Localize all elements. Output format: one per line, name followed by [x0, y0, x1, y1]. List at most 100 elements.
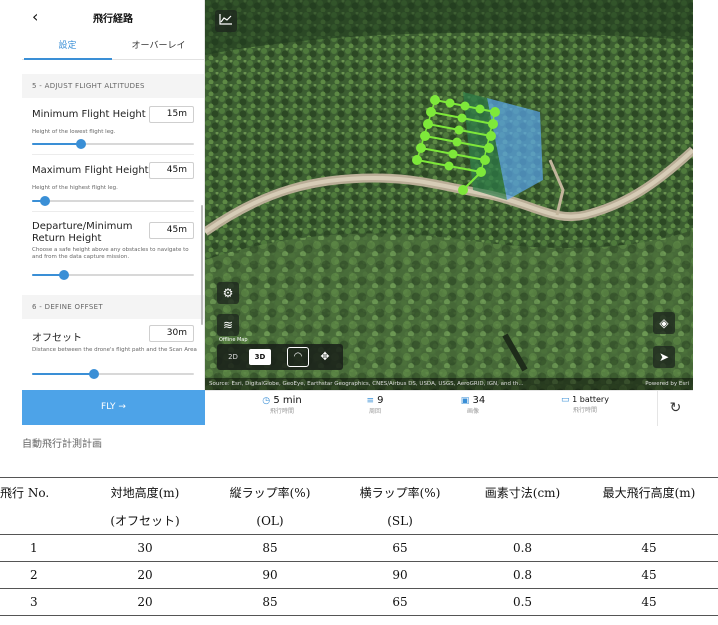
offline-map-label: Offline Map — [219, 337, 248, 343]
table-cell: 2 — [0, 561, 85, 589]
flight-path-overlay — [412, 92, 543, 200]
image-icon: ▣ — [460, 396, 470, 406]
offset-desc: Distance between the drone's flight path… — [32, 347, 197, 353]
min-height-desc: Height of the lowest flight leg. — [32, 129, 116, 135]
offset-slider[interactable] — [32, 369, 194, 379]
col-subheader: (SL) — [387, 513, 413, 528]
table-cell: 0.5 — [465, 588, 580, 616]
min-height-field: Minimum Flight Height 15m Height of the … — [22, 98, 204, 154]
slider-thumb[interactable] — [75, 139, 86, 149]
departure-height-label: Departure/Minimum Return Height — [32, 221, 133, 244]
min-height-slider[interactable] — [32, 139, 194, 149]
view-toggle-bar: 2D 3D ◠ ✥ — [217, 344, 343, 370]
max-height-desc: Height of the highest flight leg. — [32, 185, 118, 191]
clock-icon: ◷ — [262, 396, 271, 406]
departure-height-input[interactable]: 45m — [149, 222, 194, 239]
panel-tabs: 設定 オーバーレイ — [22, 33, 204, 60]
table-cell: 1 — [0, 534, 85, 562]
col-header: 画素寸法(cm) — [465, 477, 580, 508]
table-cell: 30 — [85, 534, 205, 562]
table-cell: 0.8 — [465, 561, 580, 589]
panel-title: 飛行経路 — [93, 14, 133, 25]
stat-label: 飛行時間 — [572, 407, 597, 414]
stat-label: 画像 — [466, 408, 479, 415]
elevation-profile-icon[interactable] — [215, 10, 237, 32]
gauge-icon[interactable]: ◠ — [287, 347, 309, 367]
mission-stats-bar: ◷ 5 min 飛行時間 ≡ 9 周回 ▣ 34 画像 ▭ 1 battery … — [205, 390, 693, 426]
departure-height-field: Departure/Minimum Return Height 45m Choo… — [22, 212, 204, 285]
toggle-3d-button[interactable]: 3D — [249, 349, 271, 365]
active-tab-indicator — [24, 58, 112, 60]
stat-value: 9 — [377, 395, 384, 406]
flight-plan-table: 飛行 No. 対地高度(m) 縦ラップ率(%) 横ラップ率(%) 画素寸法(cm… — [0, 477, 718, 616]
max-height-slider[interactable] — [32, 196, 194, 206]
attribution-text: Source: Esri, DigitalGlobe, GeoEye, Eart… — [209, 381, 524, 387]
col-header: 飛行 No. — [0, 477, 85, 508]
reset-icon[interactable]: ↻ — [657, 391, 693, 426]
stat-battery: ▭ 1 battery 飛行時間 — [545, 395, 625, 414]
col-subheader: (OL) — [256, 513, 284, 528]
col-subheader: (オフセット) — [110, 514, 180, 529]
col-subheader — [580, 508, 718, 535]
table-cell: 45 — [580, 561, 718, 589]
max-height-input[interactable]: 45m — [149, 162, 194, 179]
table-row: 1 30 85 65 0.8 45 — [0, 534, 718, 562]
table-cell: 85 — [205, 588, 335, 616]
toggle-2d-button[interactable]: 2D — [223, 350, 243, 364]
panel-header: ‹ 飛行経路 — [22, 0, 204, 33]
stat-flight-time: ◷ 5 min 飛行時間 — [257, 395, 307, 415]
stat-value: 5 min — [273, 395, 302, 406]
col-header: 縦ラップ率(%) — [205, 477, 335, 508]
panel-scrollbar[interactable] — [201, 205, 203, 325]
figure-caption: 自動飛行計測計画 — [22, 439, 102, 450]
departure-height-slider[interactable] — [32, 270, 194, 280]
table-cell: 90 — [205, 561, 335, 589]
table-header-row: 飛行 No. 対地高度(m) 縦ラップ率(%) 横ラップ率(%) 画素寸法(cm… — [0, 477, 718, 508]
stat-label: 周回 — [368, 408, 381, 415]
table-row: 3 20 85 65 0.5 45 — [0, 588, 718, 616]
slider-thumb[interactable] — [59, 270, 70, 280]
map-attribution: Source: Esri, DigitalGlobe, GeoEye, Eart… — [205, 378, 693, 390]
stat-value: 1 battery — [572, 395, 609, 404]
table-header-row-2: (オフセット) (OL) (SL) — [0, 508, 718, 535]
offset-input[interactable]: 30m — [149, 325, 194, 342]
tab-settings[interactable]: 設定 — [22, 33, 113, 59]
stat-passes: ≡ 9 周回 — [355, 395, 395, 415]
powered-by-link[interactable]: Powered by Esri — [645, 378, 689, 390]
passes-icon: ≡ — [366, 396, 374, 406]
col-subheader — [0, 508, 85, 535]
col-header: 横ラップ率(%) — [335, 477, 465, 508]
max-height-label: Maximum Flight Height — [32, 165, 149, 176]
col-subheader — [465, 508, 580, 535]
navigate-arrow-icon[interactable]: ➤ — [653, 346, 675, 368]
slider-fill — [32, 373, 94, 375]
slider-fill — [32, 143, 81, 145]
battery-icon: ▭ — [561, 395, 570, 405]
flight-planner-app: ‹ 飛行経路 設定 オーバーレイ 5 - ADJUST FLIGHT ALTIT… — [22, 0, 693, 426]
stat-label: 飛行時間 — [269, 408, 294, 415]
location-target-icon[interactable]: ◈ — [653, 312, 675, 334]
table-cell: 45 — [580, 534, 718, 562]
map-view[interactable]: ⚙ ≋ Offline Map 2D 3D ◠ ✥ ◈ ➤ Source: Es… — [205, 0, 693, 390]
settings-gear-icon[interactable]: ⚙ — [217, 282, 239, 304]
slider-thumb[interactable] — [88, 369, 99, 379]
section-adjust-altitudes: 5 - ADJUST FLIGHT ALTITUDES — [22, 74, 204, 98]
tab-overlay[interactable]: オーバーレイ — [113, 33, 204, 59]
table-cell: 20 — [85, 561, 205, 589]
fly-button[interactable]: FLY → — [22, 390, 205, 425]
section-define-offset: 6 - DEFINE OFFSET — [22, 295, 204, 319]
slider-thumb[interactable] — [39, 196, 50, 206]
min-height-label: Minimum Flight Height — [32, 109, 146, 120]
table-cell: 85 — [205, 534, 335, 562]
min-height-input[interactable]: 15m — [149, 106, 194, 123]
stat-images: ▣ 34 画像 — [453, 395, 493, 415]
max-height-field: Maximum Flight Height 45m Height of the … — [22, 155, 204, 211]
move-icon[interactable]: ✥ — [317, 349, 333, 365]
table-cell: 65 — [335, 534, 465, 562]
layers-icon[interactable]: ≋ — [217, 314, 239, 336]
departure-height-desc: Choose a safe height above any obstacles… — [32, 247, 189, 260]
table-cell: 45 — [580, 588, 718, 616]
table-cell: 90 — [335, 561, 465, 589]
table-cell: 65 — [335, 588, 465, 616]
offset-field: オフセット 30m Distance between the drone's f… — [22, 319, 204, 384]
